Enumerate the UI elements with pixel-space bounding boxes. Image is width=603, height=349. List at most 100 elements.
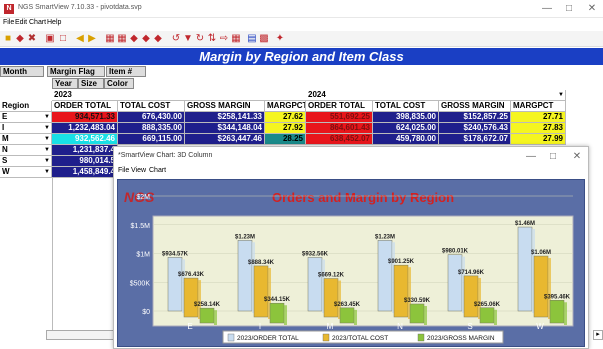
menu-edit[interactable]: Edit (15, 19, 27, 26)
region-row-label[interactable]: W ▼ (0, 167, 52, 178)
preview-icon[interactable]: □ (57, 33, 69, 45)
pivot-cell[interactable]: 669,115.00 (118, 134, 185, 145)
bar-chart-icon[interactable]: ▩ (258, 33, 270, 45)
expand-icon[interactable]: ▼ (44, 134, 50, 144)
pivot-cell[interactable]: $344,148.04 (185, 123, 265, 134)
chart-menu-view[interactable]: View (131, 167, 146, 174)
scroll-right-icon[interactable]: ▸ (593, 330, 603, 340)
data-label: $669.12K (318, 273, 345, 279)
chart-menu-file[interactable]: File (118, 167, 129, 174)
chart-maximize-button[interactable]: □ (546, 150, 560, 164)
diamond2-icon[interactable]: ◆ (140, 33, 152, 45)
expand-icon[interactable]: ▼ (44, 112, 50, 122)
column-header[interactable]: GROSS MARGIN (185, 101, 265, 112)
diamond-icon[interactable]: ◆ (128, 33, 140, 45)
column-header[interactable]: ORDER TOTAL (52, 101, 118, 112)
close-button[interactable]: ✕ (585, 2, 599, 16)
pivot-cell[interactable]: 864,601.43 (306, 123, 373, 134)
back-icon[interactable]: ◀ (74, 33, 86, 45)
minimize-button[interactable]: — (540, 2, 554, 16)
chart-icon[interactable]: ▤ (246, 33, 258, 45)
print-icon[interactable]: ▣ (44, 33, 56, 45)
pivot-cell[interactable]: 932,562.46 (52, 134, 118, 145)
open-icon[interactable]: ■ (2, 33, 14, 45)
region-label: W (2, 167, 10, 176)
pivot-cell[interactable]: $178,672.07 (439, 134, 511, 145)
sort-icon[interactable]: ⇅ (206, 33, 218, 45)
pivot-cell[interactable]: 459,780.00 (373, 134, 439, 145)
save-icon[interactable]: ◆ (14, 33, 26, 45)
bar (549, 300, 565, 324)
expand-icon[interactable]: ▼ (44, 156, 50, 166)
pivot-cell[interactable]: 934,571.33 (52, 112, 118, 123)
pivot-button-color[interactable]: Color (104, 78, 134, 89)
column-header[interactable]: MARGPCT (511, 101, 566, 112)
column-header[interactable]: TOTAL COST (373, 101, 439, 112)
pivot-cell[interactable]: 888,335.00 (118, 123, 185, 134)
options-icon[interactable]: ▦ (230, 33, 242, 45)
menu-chart[interactable]: Chart (29, 19, 46, 26)
pivot-button-size[interactable]: Size (78, 78, 104, 89)
pivot-button-item[interactable]: Item # (106, 66, 146, 77)
pivot-cell[interactable]: 638,452.07 (306, 134, 373, 145)
forward-icon[interactable]: ▶ (86, 33, 98, 45)
menu-help[interactable]: Help (47, 19, 61, 26)
pivot-cell[interactable]: $152,857.25 (439, 112, 511, 123)
pivot-cell[interactable]: 27.92 (265, 123, 306, 134)
pivot-button-year[interactable]: Year (52, 78, 78, 89)
chart-minimize-button[interactable]: — (524, 150, 538, 164)
pivot-cell[interactable]: 551,692.25 (306, 112, 373, 123)
chart-close-button[interactable]: ✕ (570, 150, 584, 164)
export-icon[interactable]: ⇨ (218, 33, 230, 45)
bar (269, 302, 285, 324)
chart-area[interactable]: NGS Orders and Margin by Region $0 $500K $1M… (117, 179, 585, 347)
table-icon[interactable]: ▦ (116, 33, 128, 45)
diamond3-icon[interactable]: ◆ (152, 33, 164, 45)
pivot-button-month[interactable]: Month (0, 66, 44, 77)
horizontal-scrollbar[interactable] (46, 330, 116, 340)
expand-icon[interactable]: ▼ (44, 123, 50, 133)
grid-icon[interactable]: ▦ (104, 33, 116, 45)
column-header[interactable]: MARGPCT (265, 101, 306, 112)
pivot-cell[interactable]: $263,447.46 (185, 134, 265, 145)
column-header[interactable]: GROSS MARGIN (439, 101, 511, 112)
region-row-label[interactable]: N ▼ (0, 145, 52, 156)
chart-menu-chart[interactable]: Chart (149, 167, 166, 174)
region-header[interactable]: Region (0, 101, 52, 112)
pivot-cell[interactable]: 398,835.00 (373, 112, 439, 123)
bar (339, 307, 355, 324)
star-icon[interactable]: ✦ (274, 33, 286, 45)
region-row-label[interactable]: M ▼ (0, 134, 52, 145)
legend-label: 2023/GROSS MARGIN (427, 335, 495, 342)
column-header[interactable]: ORDER TOTAL (306, 101, 373, 112)
pivot-cell[interactable]: 28.25 (265, 134, 306, 145)
pivot-button-margin-flag[interactable]: Margin Flag (47, 66, 105, 77)
pivot-cell[interactable]: $240,576.43 (439, 123, 511, 134)
data-label: $344.15K (264, 297, 291, 303)
column-header[interactable]: TOTAL COST (118, 101, 185, 112)
pivot-cell[interactable]: 676,430.00 (118, 112, 185, 123)
pivot-cell[interactable]: 624,025.00 (373, 123, 439, 134)
year-dropdown-icon[interactable]: ▼ (558, 90, 564, 100)
pivot-cell[interactable]: 1,232,483.04 (52, 123, 118, 134)
pivot-cell[interactable]: $258,141.33 (185, 112, 265, 123)
settings-icon[interactable]: ✖ (26, 33, 38, 45)
pivot-cell[interactable]: 27.83 (511, 123, 566, 134)
legend-label: 2023/TOTAL COST (332, 335, 388, 342)
pivot-cell[interactable]: 27.71 (511, 112, 566, 123)
pivot-cell[interactable]: 1,458,849.4 (52, 167, 118, 178)
pivot-icon[interactable]: ↻ (194, 33, 206, 45)
region-row-label[interactable]: I ▼ (0, 123, 52, 134)
filter-icon[interactable]: ▼ (182, 33, 194, 45)
expand-icon[interactable]: ▼ (44, 167, 50, 177)
region-row-label[interactable]: S ▼ (0, 156, 52, 167)
pivot-cell[interactable]: 27.99 (511, 134, 566, 145)
pivot-cell[interactable]: 1,231,837.4 (52, 145, 118, 156)
maximize-button[interactable]: □ (562, 2, 576, 16)
expand-icon[interactable]: ▼ (44, 145, 50, 155)
drill-icon[interactable]: ↺ (170, 33, 182, 45)
region-row-label[interactable]: E ▼ (0, 112, 52, 123)
pivot-cell[interactable]: 980,014.5 (52, 156, 118, 167)
menu-file[interactable]: File (3, 19, 14, 26)
pivot-cell[interactable]: 27.62 (265, 112, 306, 123)
